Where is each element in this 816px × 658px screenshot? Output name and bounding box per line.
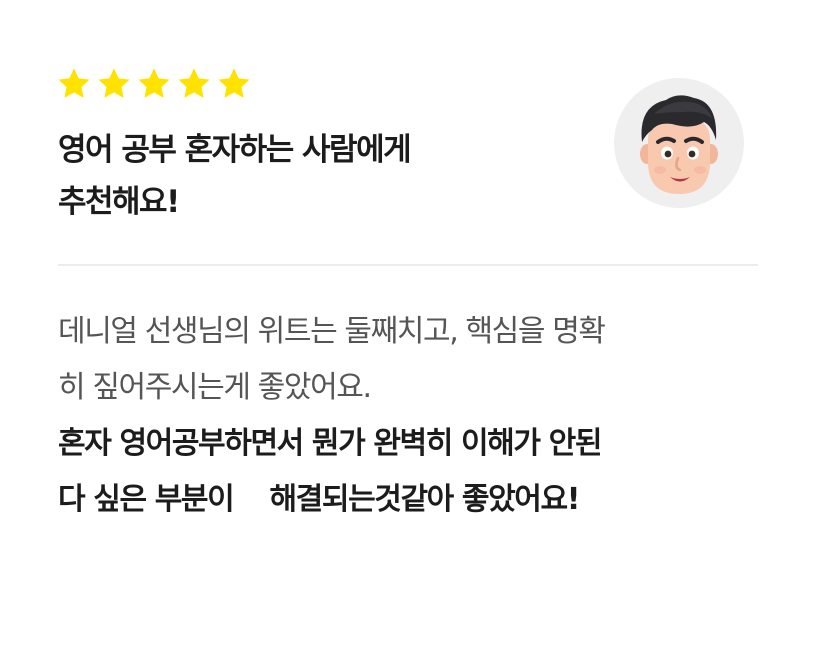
star-icon	[98, 68, 130, 98]
review-body-line: 히 짚어주시는게 좋았어요.	[58, 370, 372, 405]
review-title-line: 추천해요!	[58, 184, 180, 220]
divider	[58, 264, 758, 266]
star-icon	[218, 68, 250, 98]
review-body: 데니얼 선생님의 위트는 둘째치고, 핵심을 명확 히 짚어주시는게 좋았어요.…	[58, 304, 778, 528]
reviewer-avatar	[614, 78, 744, 208]
avatar-face-icon	[640, 95, 718, 194]
star-rating	[56, 66, 252, 102]
review-title: 영어 공부 혼자하는 사람에게 추천해요!	[58, 124, 578, 228]
review-card: 영어 공부 혼자하는 사람에게 추천해요! 데니얼 선생님의 위트는 둘째치고,…	[0, 0, 816, 658]
star-icon	[138, 68, 170, 98]
star-icon	[178, 68, 210, 98]
review-body-line: 데니얼 선생님의 위트는 둘째치고, 핵심을 명확	[58, 314, 606, 349]
review-title-line: 영어 공부 혼자하는 사람에게	[58, 132, 412, 168]
star-icon	[58, 68, 90, 98]
review-body-highlight-line: 다 싶은 부분이 해결되는것같아 좋았어요!	[58, 482, 580, 517]
review-body-highlight-line: 혼자 영어공부하면서 뭔가 완벽히 이해가 안된	[58, 426, 602, 461]
